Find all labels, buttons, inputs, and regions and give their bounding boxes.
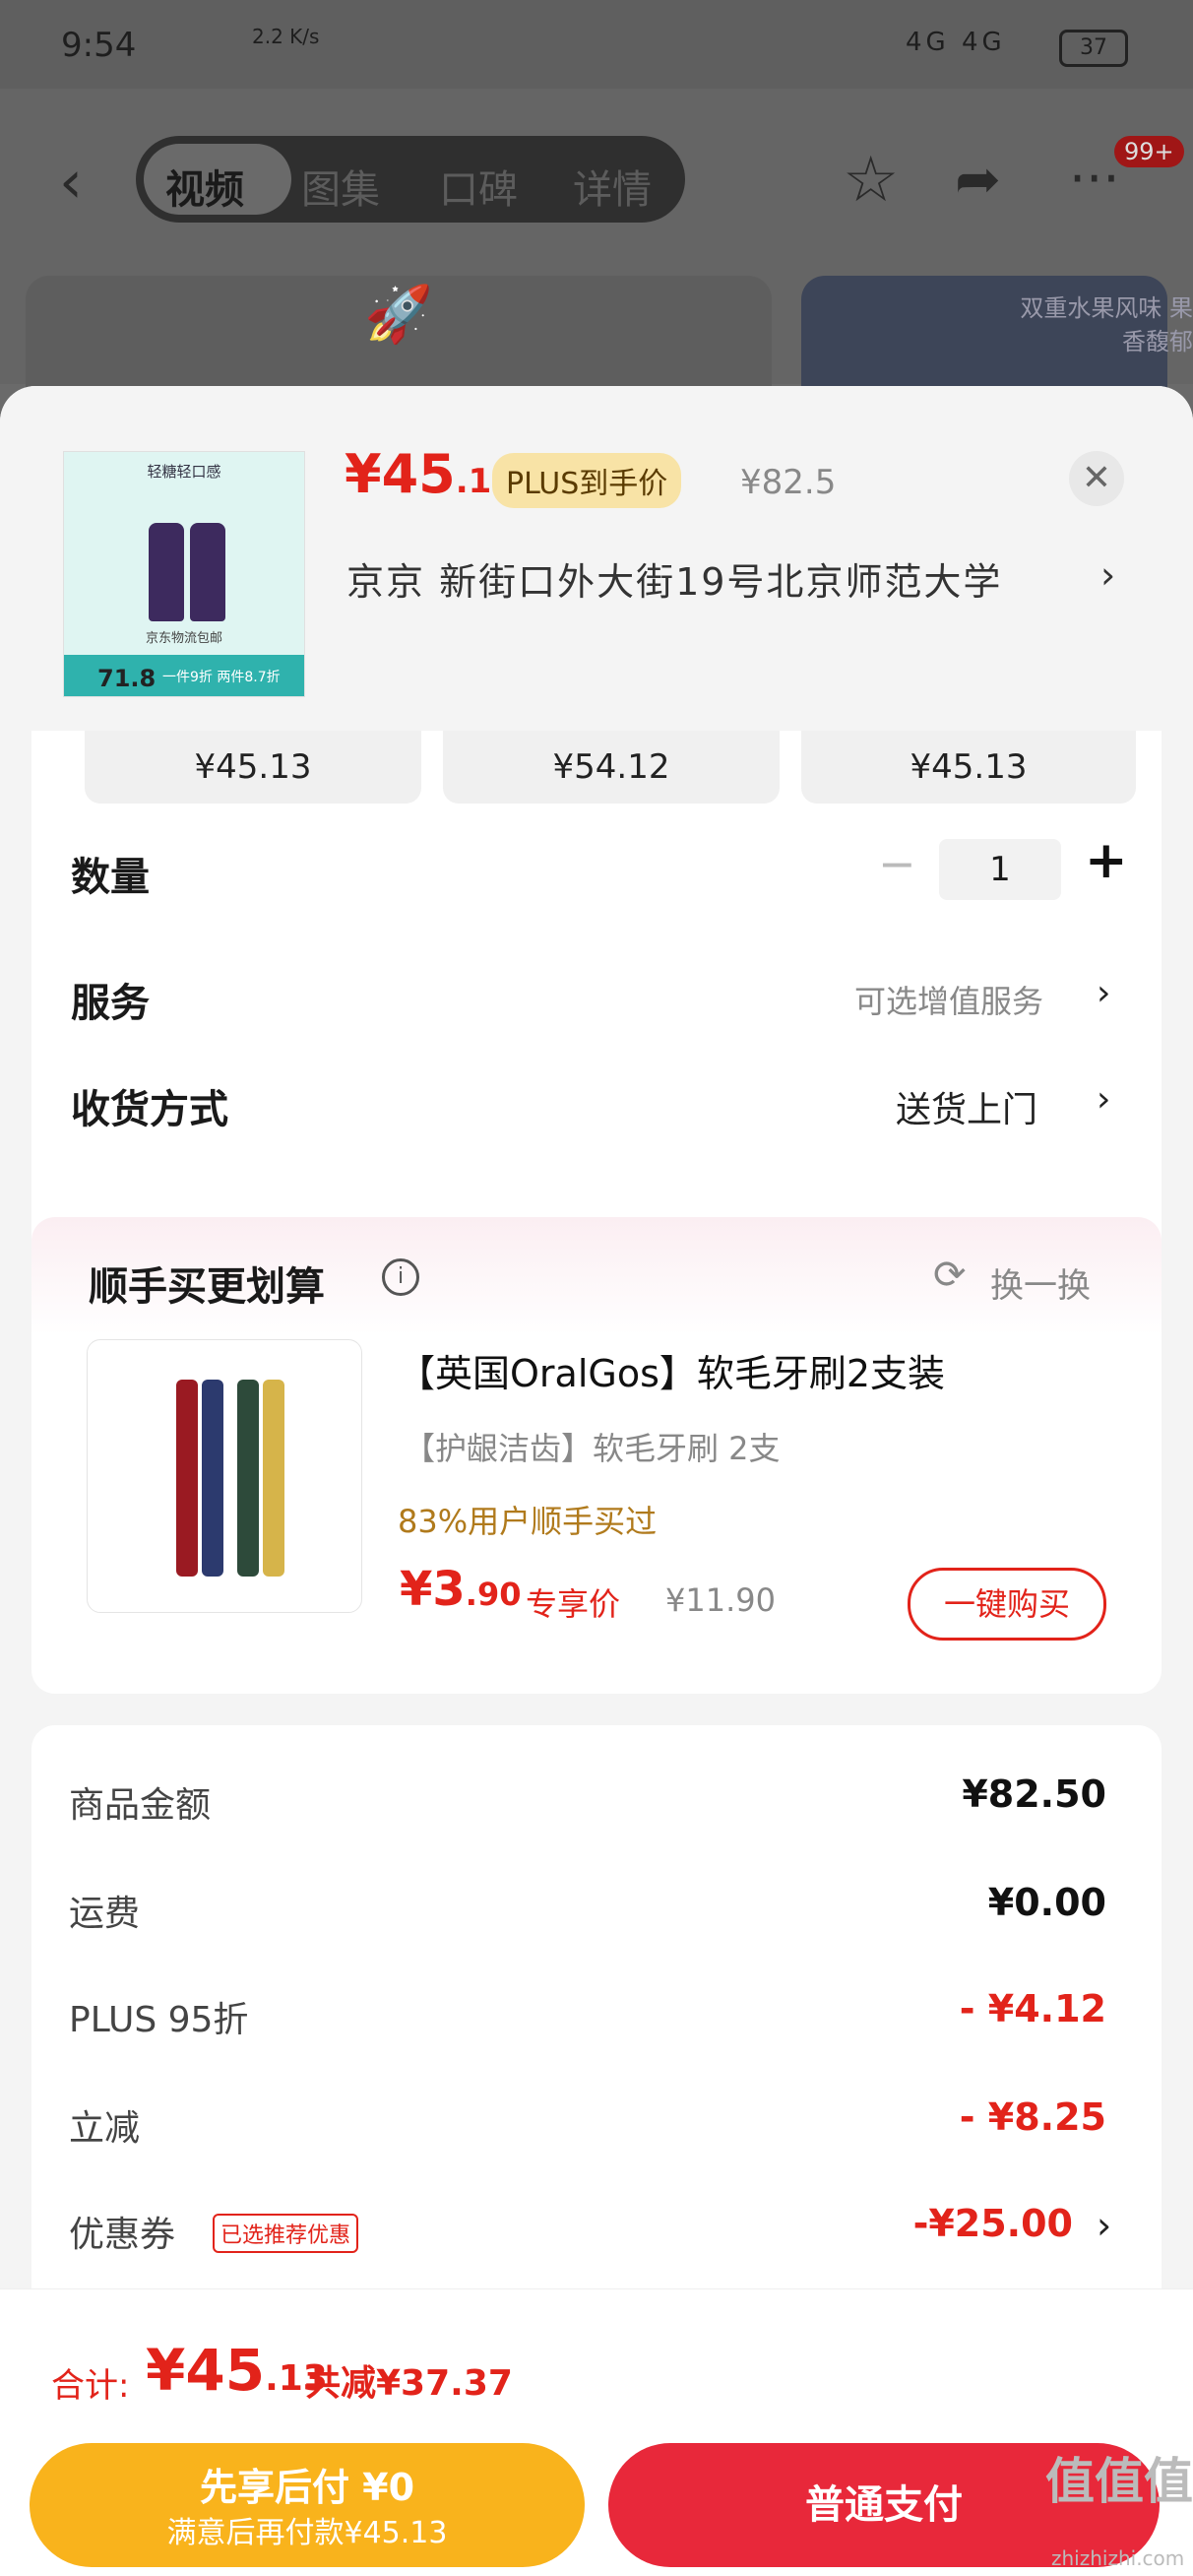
cost-breakdown-card: 商品金额 ¥82.50 运费 ¥0.00 PLUS 95折 - ¥4.12 立减…	[31, 1725, 1162, 2355]
status-bar: 9:54 2.2 K/s 4G 4G 37	[0, 0, 1193, 89]
tab-review[interactable]: 口碑	[439, 158, 518, 215]
product-thumbnail: 轻糖轻口感 京东物流包邮 71.8 一件9折 两件8.7折	[63, 451, 305, 697]
cost-value[interactable]: -¥25.00	[913, 2202, 1073, 2245]
original-price: ¥82.5	[740, 463, 837, 502]
status-net-speed: 2.2 K/s	[252, 25, 320, 48]
spec-option[interactable]: ¥45.13	[85, 731, 421, 804]
toothbrush-graphic	[263, 1380, 284, 1577]
delivery-value[interactable]: 送货上门	[896, 1081, 1037, 1132]
bundle-recommendation-card: 顺手买更划算 i ⟳ 换一换 【英国OralGos】软毛牙刷2支装 【护龈洁齿】…	[31, 1217, 1162, 1694]
bundle-price: ¥3.90	[400, 1562, 521, 1617]
quantity-decrease-button[interactable]: −	[878, 837, 916, 890]
refresh-icon[interactable]: ⟳	[933, 1253, 967, 1298]
status-time: 9:54	[61, 26, 137, 65]
more-icon[interactable]: ···	[1069, 148, 1120, 210]
chevron-right-icon[interactable]: ›	[1097, 973, 1110, 1013]
info-icon[interactable]: i	[382, 1258, 419, 1296]
cost-label: 商品金额	[69, 1785, 212, 1826]
cost-label: PLUS 95折	[69, 2000, 249, 2040]
chevron-right-icon[interactable]: ›	[1097, 1079, 1110, 1120]
spec-option[interactable]: ¥54.12	[443, 731, 780, 804]
total-label: 合计:	[51, 2366, 130, 2406]
quantity-input[interactable]: 1	[939, 839, 1061, 900]
shipping-address[interactable]: 京京 新街口外大街19号北京师范大学	[346, 551, 1002, 606]
watermark-logo: 值值值	[1045, 2453, 1193, 2510]
toothbrush-graphic	[237, 1380, 259, 1577]
tab-detail[interactable]: 详情	[573, 158, 652, 215]
bnpl-subtitle: 满意后再付款¥45.13	[166, 2516, 448, 2550]
share-icon[interactable]: ➦	[955, 148, 1001, 212]
favorite-star-icon[interactable]: ☆	[843, 144, 899, 217]
cost-value: ¥82.50	[962, 1772, 1106, 1816]
sheet-header: 轻糖轻口感 京东物流包邮 71.8 一件9折 两件8.7折 ¥45.13 PLU…	[0, 386, 1193, 731]
tab-video[interactable]: 视频	[165, 158, 244, 215]
price-decimal: .90	[465, 1576, 522, 1613]
battery-icon: 37	[1059, 30, 1128, 67]
price-main: ¥45	[146, 2337, 266, 2404]
bundle-product-name[interactable]: 【英国OralGos】软毛牙刷2支装	[398, 1343, 945, 1397]
coupon-tag: 已选推荐优惠	[213, 2214, 359, 2253]
cost-label: 运费	[69, 1894, 141, 1934]
rocket-icon: 🚀	[364, 283, 433, 347]
close-button[interactable]: ✕	[1069, 451, 1124, 506]
bundle-original-price: ¥11.90	[665, 1581, 776, 1619]
product-price: ¥45.13	[345, 443, 515, 505]
bundle-product-subtitle: 【护龈洁齿】软毛牙刷 2支	[404, 1430, 781, 1467]
spec-option[interactable]: ¥45.13	[801, 731, 1136, 804]
buy-now-pay-later-button[interactable]: 先享后付 ¥0 满意后再付款¥45.13	[30, 2443, 585, 2567]
chevron-right-icon[interactable]: ›	[1097, 2204, 1111, 2247]
bundle-price-label: 专享价	[526, 1585, 621, 1623]
bnpl-title: 先享后付 ¥0	[199, 2466, 415, 2509]
bg-card-text: 双重水果风味 果香馥郁	[1020, 294, 1193, 355]
bottle-image	[149, 523, 184, 621]
price-main: ¥45	[345, 443, 456, 505]
total-saved: 共减¥37.37	[305, 2363, 513, 2404]
thumb-discount: 一件9折 两件8.7折	[162, 670, 281, 685]
toothbrush-image[interactable]	[87, 1339, 362, 1613]
signal-icon: 4G 4G	[906, 28, 1006, 57]
chevron-right-icon[interactable]: ›	[1100, 553, 1115, 597]
purchase-sheet: ¥45.13 ¥54.12 ¥45.13 数量 − 1 + 服务 可选增值服务 …	[0, 386, 1193, 2576]
plus-price-badge: PLUS到手价	[492, 453, 682, 508]
thumb-shipping: 京东物流包邮	[145, 631, 222, 646]
total-price: ¥45.13	[146, 2337, 328, 2404]
cost-label: 优惠券	[69, 2215, 176, 2255]
cost-value: - ¥8.25	[959, 2095, 1106, 2139]
thumb-tagline: 轻糖轻口感	[147, 463, 221, 481]
tab-gallery[interactable]: 图集	[301, 158, 380, 215]
back-icon[interactable]: ‹	[59, 148, 83, 217]
message-badge: 99+	[1114, 136, 1184, 167]
cost-label: 立减	[69, 2108, 141, 2149]
quantity-label: 数量	[71, 855, 150, 900]
price-main: ¥3	[400, 1562, 466, 1617]
quantity-increase-button[interactable]: +	[1085, 831, 1128, 890]
thumb-price-strip: 71.8 一件9折 两件8.7折	[64, 655, 304, 696]
watermark-site: zhizhizhi.com	[1051, 2546, 1185, 2570]
service-value[interactable]: 可选增值服务	[854, 977, 1043, 1022]
checkout-footer: 合计: ¥45.13 共减¥37.37 先享后付 ¥0 满意后再付款¥45.13…	[0, 2288, 1193, 2576]
delivery-label: 收货方式	[71, 1087, 228, 1132]
bundle-title: 顺手买更划算	[89, 1264, 325, 1310]
refresh-button[interactable]: 换一换	[990, 1258, 1091, 1307]
bottle-image	[190, 523, 225, 621]
bundle-social-proof: 83%用户顺手买过	[398, 1503, 658, 1540]
service-label: 服务	[71, 981, 150, 1026]
cost-value: ¥0.00	[987, 1881, 1106, 1924]
one-click-buy-button[interactable]: 一键购买	[908, 1568, 1106, 1641]
cost-value: - ¥4.12	[959, 1987, 1106, 2030]
spec-section: ¥45.13 ¥54.12 ¥45.13 数量 − 1 + 服务 可选增值服务 …	[31, 731, 1162, 1272]
toothbrush-graphic	[176, 1380, 198, 1577]
toothbrush-graphic	[202, 1380, 223, 1577]
thumb-price: 71.8	[97, 665, 157, 692]
